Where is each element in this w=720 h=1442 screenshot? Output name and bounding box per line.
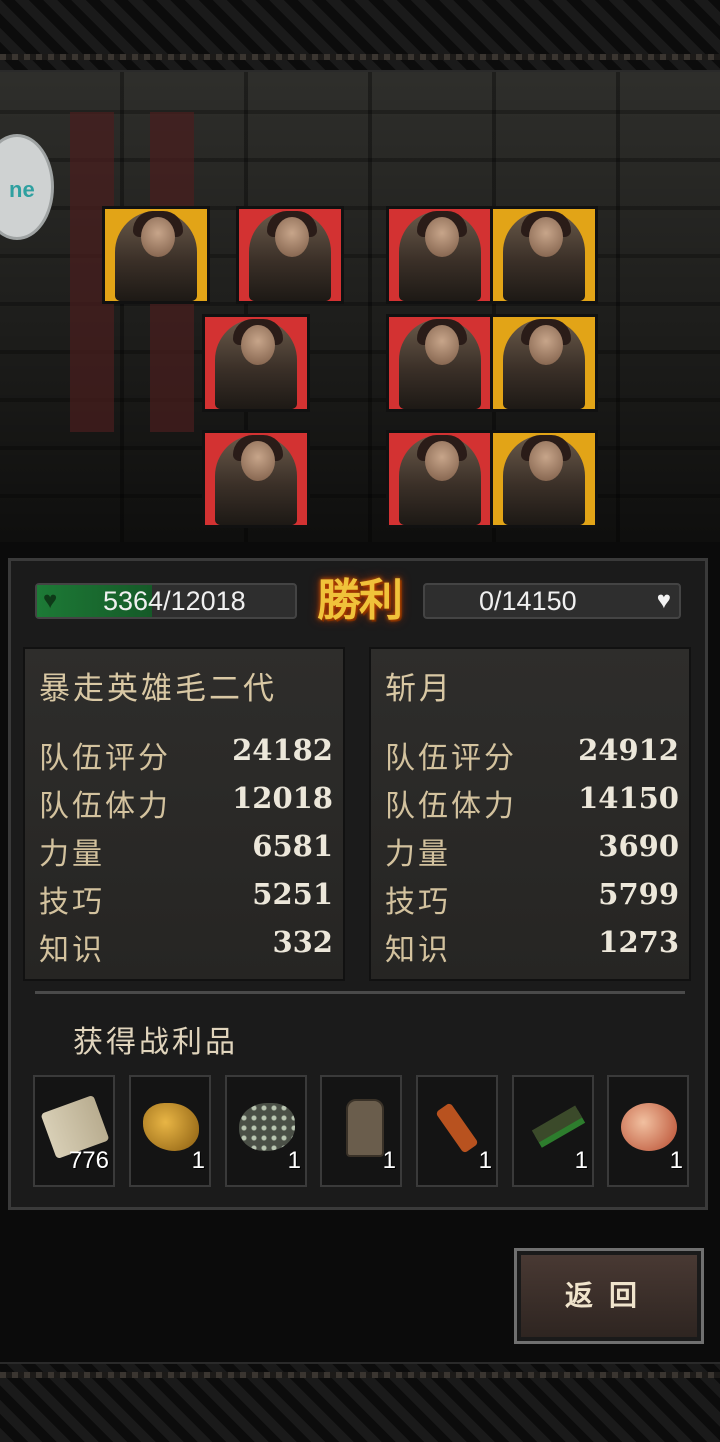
loot-slot[interactable]: 1 bbox=[607, 1075, 689, 1187]
top-ornament-band bbox=[0, 0, 720, 72]
stat-row: 队伍体力 12018 bbox=[39, 781, 333, 824]
stat-value: 3690 bbox=[598, 829, 679, 863]
stat-label: 队伍体力 bbox=[385, 789, 517, 824]
stat-label: 队伍体力 bbox=[39, 789, 171, 824]
right-team-stats: 斩月 队伍评分 24912 队伍体力 14150 力量 3690 技巧 5799 知识 1… bbox=[369, 647, 691, 981]
loot-count: 776 bbox=[68, 1147, 109, 1174]
stat-value: 24912 bbox=[578, 733, 679, 767]
section-divider bbox=[35, 991, 685, 994]
hero-card bbox=[386, 430, 494, 528]
right-hp-text: 0/14150 bbox=[479, 586, 577, 616]
loot-count: 1 bbox=[191, 1147, 205, 1174]
herb-bundle-icon bbox=[531, 1105, 583, 1143]
right-team-name: 斩月 bbox=[385, 671, 453, 707]
hero-card bbox=[102, 206, 210, 304]
hero-card bbox=[490, 206, 598, 304]
stat-row: 力量 3690 bbox=[385, 829, 679, 872]
spotted-egg-icon bbox=[621, 1103, 677, 1151]
stat-value: 1273 bbox=[598, 925, 679, 959]
loot-slot[interactable]: 1 bbox=[129, 1075, 211, 1187]
loot-count: 1 bbox=[574, 1147, 588, 1174]
bottom-ornament-band bbox=[0, 1362, 720, 1442]
gold-ore-icon bbox=[143, 1103, 199, 1151]
stat-value: 14150 bbox=[578, 781, 679, 815]
loot-title: 获得战利品 bbox=[73, 1025, 238, 1060]
stat-value: 12018 bbox=[232, 781, 333, 815]
heart-icon: ♥ bbox=[43, 587, 58, 614]
stat-value: 5251 bbox=[252, 877, 333, 911]
stone-tag-icon bbox=[346, 1099, 384, 1157]
stat-value: 24182 bbox=[232, 733, 333, 767]
loot-count: 1 bbox=[669, 1147, 683, 1174]
side-button-label: ne bbox=[9, 177, 35, 202]
stat-row: 力量 6581 bbox=[39, 829, 333, 872]
stat-row: 队伍体力 14150 bbox=[385, 781, 679, 824]
loot-slot[interactable]: 1 bbox=[225, 1075, 307, 1187]
hero-card bbox=[386, 314, 494, 412]
loot-slot[interactable]: 1 bbox=[416, 1075, 498, 1187]
silver-ore-icon bbox=[239, 1103, 295, 1151]
loot-slot[interactable]: 1 bbox=[512, 1075, 594, 1187]
hero-card bbox=[490, 314, 598, 412]
heart-icon: ♥ bbox=[656, 587, 671, 614]
left-team-name: 暴走英雄毛二代 bbox=[39, 671, 277, 707]
stat-row: 知识 1273 bbox=[385, 925, 679, 968]
hero-card bbox=[236, 206, 344, 304]
stat-row: 技巧 5251 bbox=[39, 877, 333, 920]
loot-count: 1 bbox=[382, 1147, 396, 1174]
battle-result-panel: ♥ 5364/12018 勝利 0/14150 ♥ 暴走英雄毛二代 队伍评分 24… bbox=[8, 558, 708, 1210]
stat-value: 332 bbox=[272, 925, 333, 959]
hero-card bbox=[202, 314, 310, 412]
loot-count: 1 bbox=[287, 1147, 301, 1174]
stat-label: 力量 bbox=[39, 837, 105, 872]
stat-label: 知识 bbox=[385, 933, 451, 968]
back-button[interactable]: 返回 bbox=[514, 1248, 704, 1344]
loot-slot[interactable]: 1 bbox=[320, 1075, 402, 1187]
wrapped-stick-icon bbox=[435, 1102, 479, 1154]
battle-scene bbox=[0, 72, 720, 542]
left-team-hp-bar: ♥ 5364/12018 bbox=[35, 583, 297, 619]
stat-value: 5799 bbox=[598, 877, 679, 911]
right-team-hp-bar: 0/14150 ♥ bbox=[423, 583, 681, 619]
stat-label: 技巧 bbox=[39, 885, 105, 920]
stat-row: 队伍评分 24912 bbox=[385, 733, 679, 776]
left-team-stats: 暴走英雄毛二代 队伍评分 24182 队伍体力 12018 力量 6581 技巧 525… bbox=[23, 647, 345, 981]
stat-label: 力量 bbox=[385, 837, 451, 872]
stat-row: 知识 332 bbox=[39, 925, 333, 968]
hero-card bbox=[490, 430, 598, 528]
stat-label: 技巧 bbox=[385, 885, 451, 920]
left-hp-text: 5364/12018 bbox=[103, 586, 246, 616]
loot-count: 1 bbox=[478, 1147, 492, 1174]
stat-label: 队伍评分 bbox=[39, 741, 171, 776]
stat-row: 技巧 5799 bbox=[385, 877, 679, 920]
stat-value: 6581 bbox=[252, 829, 333, 863]
hero-card bbox=[386, 206, 494, 304]
stat-label: 知识 bbox=[39, 933, 105, 968]
victory-emblem: 勝利 bbox=[317, 575, 403, 626]
loot-slot[interactable]: 776 bbox=[33, 1075, 115, 1187]
hero-card bbox=[202, 430, 310, 528]
stat-label: 队伍评分 bbox=[385, 741, 517, 776]
stat-row: 队伍评分 24182 bbox=[39, 733, 333, 776]
